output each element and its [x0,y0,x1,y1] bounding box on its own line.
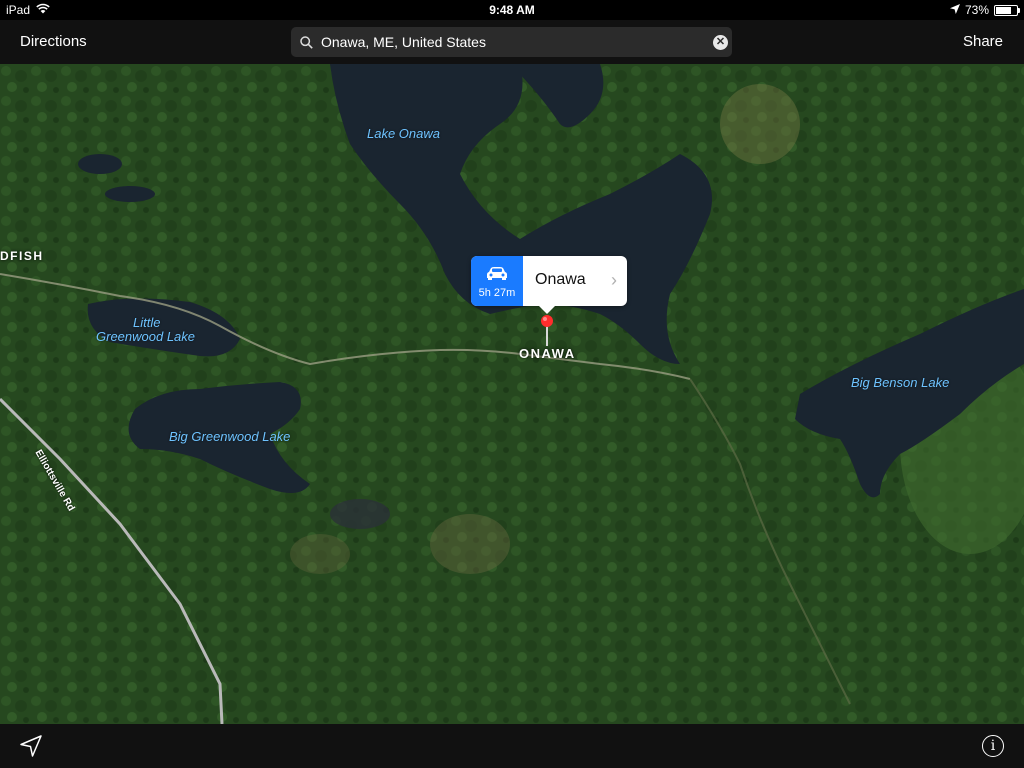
search-bar[interactable]: ✕ [291,27,732,57]
drive-directions-button[interactable]: 5h 27m [471,256,523,306]
drive-eta: 5h 27m [478,287,516,299]
magnifier-icon [291,35,321,49]
location-arrow-icon [949,3,960,17]
share-button[interactable]: Share [963,33,1003,50]
callout-title[interactable]: Onawa [535,271,586,289]
battery-icon [994,4,1020,16]
onawa-place-label[interactable]: ONAWA [519,346,576,361]
place-callout[interactable]: 5h 27m Onawa › [471,256,627,314]
navigation-bar: Directions ✕ Share [0,20,1024,64]
satellite-map[interactable]: Lake Onawa Little Greenwood Lake Big Gre… [0,64,1024,724]
status-time: 9:48 AM [489,3,535,17]
battery-fill [996,6,1011,14]
big-greenwood-lake-label[interactable]: Big Greenwood Lake [169,430,290,444]
little-greenwood-label-line2[interactable]: Greenwood Lake [96,330,195,344]
search-input[interactable] [321,34,713,50]
location-arrow-icon[interactable] [20,735,42,762]
info-icon[interactable]: i [982,735,1004,757]
directions-button[interactable]: Directions [20,33,87,50]
chevron-right-icon[interactable]: › [611,270,617,291]
status-bar: iPad 9:48 AM 73% [0,0,1024,20]
car-icon [486,266,508,285]
little-greenwood-label-line1[interactable]: Little [133,316,160,330]
dfish-place-label[interactable]: DFISH [0,249,44,263]
clear-x-icon[interactable]: ✕ [713,34,728,50]
lake-onawa-label[interactable]: Lake Onawa [367,127,440,141]
map-terrain [0,64,1024,724]
big-benson-lake-label[interactable]: Big Benson Lake [851,376,949,390]
battery-percent: 73% [964,3,989,17]
bottom-toolbar: i [0,724,1024,768]
